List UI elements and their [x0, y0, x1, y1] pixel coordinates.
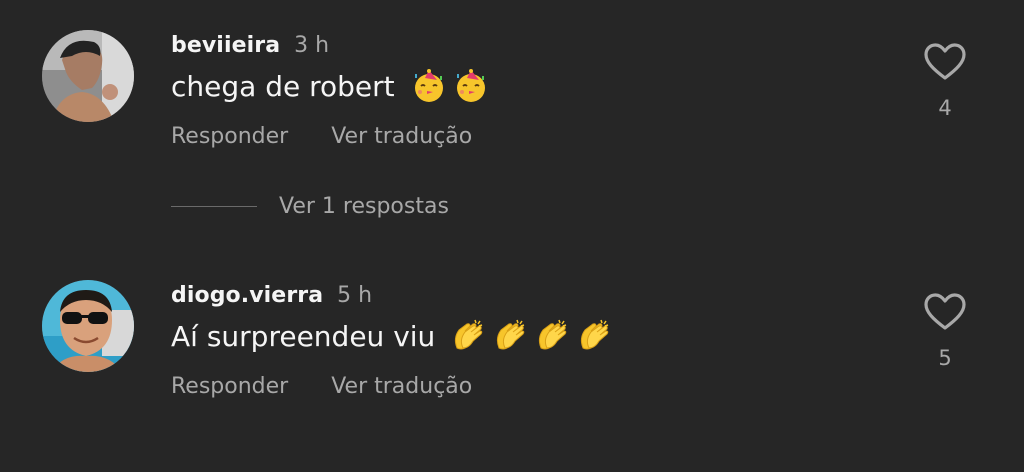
comment-text-content: chega de robert: [171, 69, 395, 103]
view-replies-label: Ver 1 respostas: [279, 194, 449, 219]
comment-username[interactable]: beviieira: [171, 33, 280, 58]
translate-button[interactable]: Ver tradução: [331, 124, 472, 149]
heart-icon[interactable]: [923, 42, 967, 82]
comment-text: Aí surpreendeu viu: [171, 318, 611, 354]
avatar-photo: [42, 280, 134, 372]
clapping-hands-emoji: [449, 318, 485, 354]
comment-item: beviieira 3 h chega de robert Responder …: [0, 30, 1024, 160]
avatar[interactable]: [42, 280, 134, 372]
partying-face-emoji: [411, 68, 447, 104]
like-control: 5: [920, 292, 970, 370]
translate-button[interactable]: Ver tradução: [331, 374, 472, 399]
comment-username[interactable]: diogo.vierra: [171, 283, 323, 308]
comment-item: diogo.vierra 5 h Aí surpreendeu viu Resp…: [0, 280, 1024, 410]
avatar-photo: [42, 30, 134, 122]
comment-actions: Responder Ver tradução: [171, 124, 472, 149]
avatar[interactable]: [42, 30, 134, 122]
like-count: 4: [938, 96, 952, 120]
like-count: 5: [938, 346, 952, 370]
divider-line: [171, 206, 257, 207]
clapping-hands-emoji: [491, 318, 527, 354]
comment-text: chega de robert: [171, 68, 489, 104]
comment-text-content: Aí surpreendeu viu: [171, 319, 436, 353]
clapping-hands-emoji: [575, 318, 611, 354]
like-control: 4: [920, 42, 970, 120]
comment-timestamp: 5 h: [337, 282, 373, 308]
clapping-hands-emoji: [533, 318, 569, 354]
heart-icon[interactable]: [923, 292, 967, 332]
view-replies-button[interactable]: Ver 1 respostas: [171, 194, 449, 219]
partying-face-emoji: [453, 68, 489, 104]
comment-actions: Responder Ver tradução: [171, 374, 472, 399]
comment-timestamp: 3 h: [294, 32, 330, 58]
reply-button[interactable]: Responder: [171, 374, 288, 399]
reply-button[interactable]: Responder: [171, 124, 288, 149]
